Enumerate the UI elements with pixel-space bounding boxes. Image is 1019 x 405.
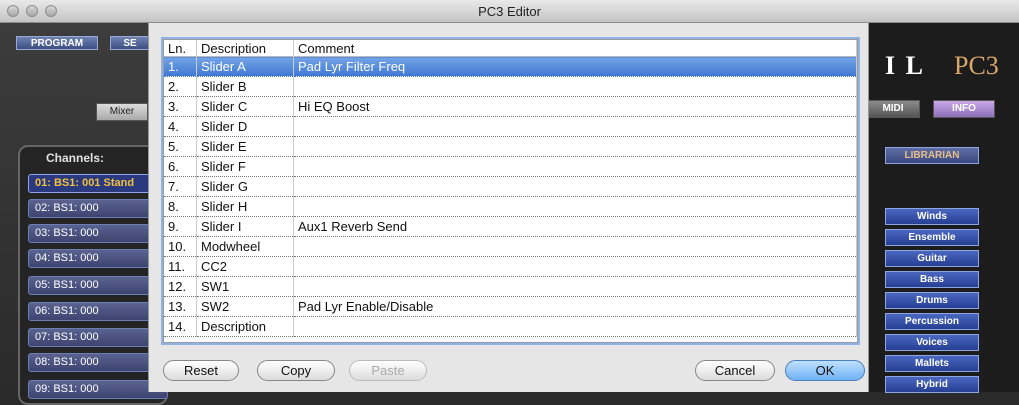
table-row[interactable]: 8. Slider H xyxy=(164,196,857,217)
table-row[interactable]: 12. SW1 xyxy=(164,276,857,297)
cell-ln: 11. xyxy=(164,256,197,277)
channel-item[interactable]: 03: BS1: 000 xyxy=(28,224,168,243)
mixer-button[interactable]: Mixer xyxy=(96,103,148,121)
table-row[interactable]: 3. Slider C Hi EQ Boost xyxy=(164,96,857,117)
table-row[interactable]: 2. Slider B xyxy=(164,76,857,97)
cell-description: Slider H xyxy=(196,196,294,217)
cell-description: Slider G xyxy=(196,176,294,197)
title-bar: PC3 Editor xyxy=(0,0,1019,23)
channel-item[interactable]: 05: BS1: 000 xyxy=(28,276,168,295)
table-row[interactable]: 7. Slider G xyxy=(164,176,857,197)
cell-comment[interactable] xyxy=(293,316,857,337)
cell-ln: 3. xyxy=(164,96,197,117)
info-button[interactable]: INFO xyxy=(933,100,995,118)
category-guitar-button[interactable]: Guitar xyxy=(885,250,979,267)
setup-tab[interactable]: SE xyxy=(110,36,150,50)
cell-description: Description xyxy=(196,316,294,337)
cell-ln: 9. xyxy=(164,216,197,237)
cell-comment[interactable]: Hi EQ Boost xyxy=(293,96,857,117)
table-row[interactable]: 11. CC2 xyxy=(164,256,857,277)
column-header-description[interactable]: Description xyxy=(196,40,294,57)
cell-comment[interactable]: Aux1 Reverb Send xyxy=(293,216,857,237)
cell-comment[interactable] xyxy=(293,236,857,257)
category-mallets-button[interactable]: Mallets xyxy=(885,355,979,372)
cell-ln: 8. xyxy=(164,196,197,217)
cell-ln: 10. xyxy=(164,236,197,257)
cell-comment[interactable]: Pad Lyr Filter Freq xyxy=(293,56,857,77)
table-row[interactable]: 10. Modwheel xyxy=(164,236,857,257)
cell-ln: 1. xyxy=(164,56,197,77)
cell-ln: 2. xyxy=(164,76,197,97)
logo-pc3: PC3 xyxy=(954,51,999,80)
category-winds-button[interactable]: Winds xyxy=(885,208,979,225)
reset-button[interactable]: Reset xyxy=(163,360,239,381)
paste-button[interactable]: Paste xyxy=(349,360,427,381)
ok-button[interactable]: OK xyxy=(785,360,865,381)
channel-item[interactable]: 01: BS1: 001 Stand xyxy=(28,174,168,193)
cell-description: SW2 xyxy=(196,296,294,317)
cell-ln: 14. xyxy=(164,316,197,337)
cell-description: Modwheel xyxy=(196,236,294,257)
table-row[interactable]: 9. Slider I Aux1 Reverb Send xyxy=(164,216,857,237)
cell-description: Slider B xyxy=(196,76,294,97)
channel-item[interactable]: 08: BS1: 000 xyxy=(28,353,168,372)
category-ensemble-button[interactable]: Ensemble xyxy=(885,229,979,246)
cell-comment[interactable] xyxy=(293,196,857,217)
channels-label: Channels: xyxy=(46,151,105,165)
cancel-button[interactable]: Cancel xyxy=(695,360,775,381)
channel-item[interactable]: 06: BS1: 000 xyxy=(28,302,168,321)
category-voices-button[interactable]: Voices xyxy=(885,334,979,351)
category-drums-button[interactable]: Drums xyxy=(885,292,979,309)
table-header: Ln. Description Comment xyxy=(164,40,857,57)
category-bass-button[interactable]: Bass xyxy=(885,271,979,288)
midi-button[interactable]: MIDI xyxy=(866,100,920,118)
cell-ln: 5. xyxy=(164,136,197,157)
cell-comment[interactable] xyxy=(293,136,857,157)
controller-table: Ln. Description Comment 1. Slider A Pad Ly… xyxy=(163,39,858,343)
controller-comments-dialog: Ln. Description Comment 1. Slider A Pad Ly… xyxy=(148,23,869,392)
cell-comment[interactable] xyxy=(293,276,857,297)
channel-item[interactable]: 09: BS1: 000 xyxy=(28,380,168,399)
cell-description: CC2 xyxy=(196,256,294,277)
copy-button[interactable]: Copy xyxy=(257,360,335,381)
table-row[interactable]: 14. Description xyxy=(164,316,857,337)
cell-description: Slider D xyxy=(196,116,294,137)
cell-comment[interactable] xyxy=(293,176,857,197)
logo-mark: I L xyxy=(885,51,925,80)
cell-description: Slider C xyxy=(196,96,294,117)
cell-description: Slider I xyxy=(196,216,294,237)
table-row[interactable]: 6. Slider F xyxy=(164,156,857,177)
cell-comment[interactable]: Pad Lyr Enable/Disable xyxy=(293,296,857,317)
channel-item[interactable]: 02: BS1: 000 xyxy=(28,199,168,218)
librarian-button[interactable]: LIBRARIAN xyxy=(885,147,979,164)
table-row[interactable]: 13. SW2 Pad Lyr Enable/Disable xyxy=(164,296,857,317)
cell-comment[interactable] xyxy=(293,76,857,97)
category-percussion-button[interactable]: Percussion xyxy=(885,313,979,330)
cell-description: Slider A xyxy=(196,56,294,77)
window-title: PC3 Editor xyxy=(478,4,541,19)
category-hybrid-button[interactable]: Hybrid xyxy=(885,376,979,393)
cell-ln: 12. xyxy=(164,276,197,297)
table-row[interactable]: 5. Slider E xyxy=(164,136,857,157)
table-row[interactable]: 4. Slider D xyxy=(164,116,857,137)
cell-comment[interactable] xyxy=(293,156,857,177)
program-tab[interactable]: PROGRAM xyxy=(16,36,98,50)
channel-item[interactable]: 04: BS1: 000 xyxy=(28,249,168,268)
table-row[interactable]: 1. Slider A Pad Lyr Filter Freq xyxy=(164,56,857,77)
channel-item[interactable]: 07: BS1: 000 xyxy=(28,328,168,347)
cell-comment[interactable] xyxy=(293,116,857,137)
cell-ln: 13. xyxy=(164,296,197,317)
column-header-ln[interactable]: Ln. xyxy=(164,40,197,57)
cell-description: SW1 xyxy=(196,276,294,297)
column-header-comment[interactable]: Comment xyxy=(293,40,857,57)
cell-description: Slider E xyxy=(196,136,294,157)
cell-description: Slider F xyxy=(196,156,294,177)
cell-ln: 7. xyxy=(164,176,197,197)
cell-comment[interactable] xyxy=(293,256,857,277)
cell-ln: 4. xyxy=(164,116,197,137)
cell-ln: 6. xyxy=(164,156,197,177)
